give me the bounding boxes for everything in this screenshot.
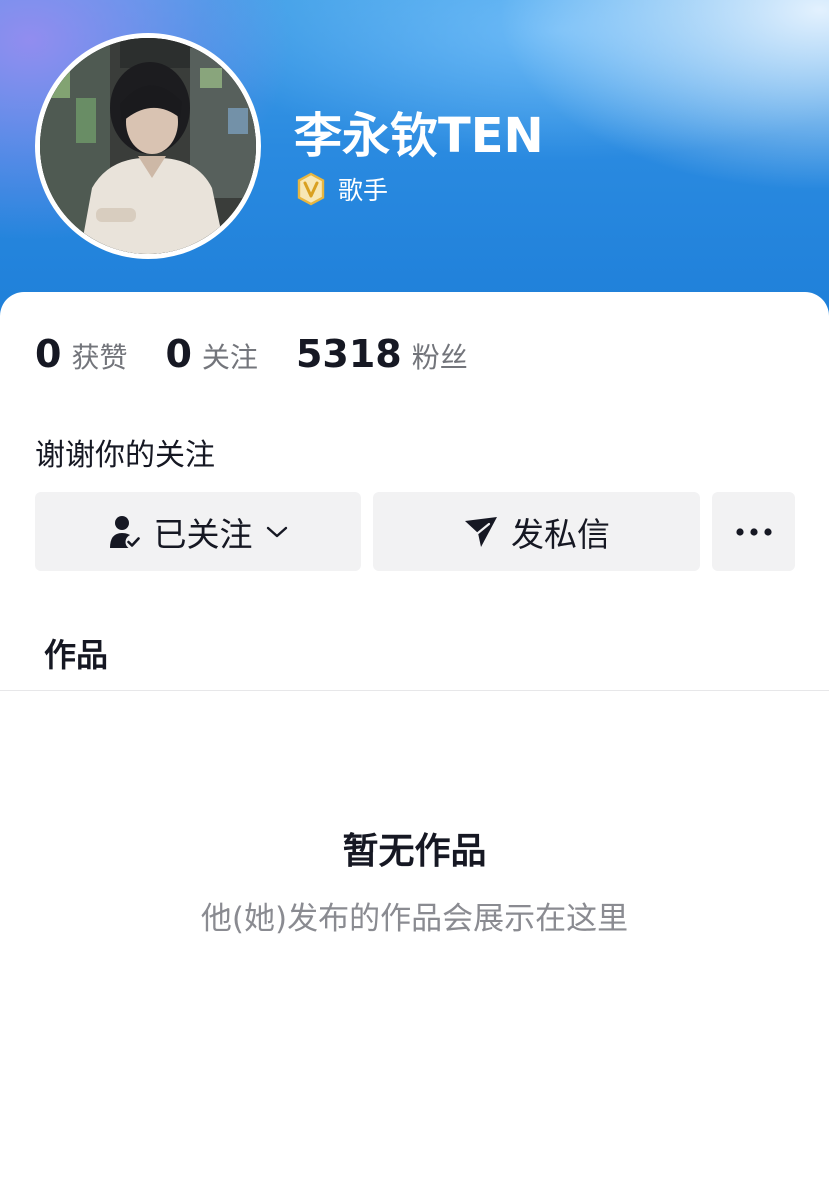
profile-page: 李永钦TEN 歌手 0 获赞 0 关注 5318 粉丝 谢谢你的关注 已关注 发…	[0, 0, 829, 1200]
tab-divider	[0, 690, 829, 691]
stat-following[interactable]: 0 关注	[165, 332, 257, 376]
profile-stats: 0 获赞 0 关注 5318 粉丝	[35, 332, 468, 378]
empty-state-subtitle: 他(她)发布的作品会展示在这里	[200, 901, 629, 937]
following-button-label: 已关注	[153, 514, 253, 554]
tab-works[interactable]: 作品	[44, 630, 108, 676]
following-button[interactable]: 已关注	[35, 492, 361, 571]
avatar-photo	[40, 38, 256, 254]
profile-bio: 谢谢你的关注	[35, 438, 215, 473]
stat-followers-label: 粉丝	[411, 341, 468, 374]
paper-plane-icon	[465, 516, 497, 547]
v-badge-icon	[297, 172, 325, 206]
send-message-button[interactable]: 发私信	[373, 492, 700, 571]
stat-following-count: 0	[165, 332, 192, 376]
stat-likes[interactable]: 0 获赞	[35, 332, 127, 376]
more-options-button[interactable]	[712, 492, 795, 571]
stat-following-label: 关注	[201, 341, 258, 374]
verification-badge: 歌手	[294, 171, 388, 207]
avatar[interactable]	[35, 33, 261, 259]
profile-name: 李永钦TEN	[294, 108, 544, 164]
stat-likes-label: 获赞	[71, 341, 128, 374]
user-check-icon	[109, 515, 140, 549]
stat-likes-count: 0	[35, 332, 62, 376]
stat-followers[interactable]: 5318 粉丝	[296, 332, 468, 376]
empty-state-title: 暂无作品	[342, 831, 487, 872]
more-dots-icon	[735, 527, 772, 536]
profile-content-sheet	[0, 292, 829, 1200]
send-message-label: 发私信	[511, 514, 610, 554]
chevron-down-icon	[266, 526, 287, 537]
verification-label: 歌手	[338, 176, 389, 205]
stat-followers-count: 5318	[295, 332, 402, 376]
